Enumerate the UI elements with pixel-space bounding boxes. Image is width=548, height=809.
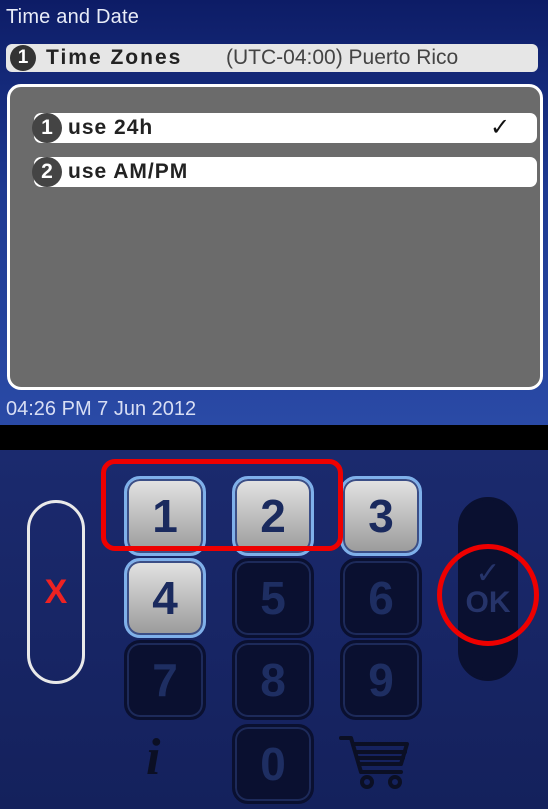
key-8[interactable]: 8	[232, 640, 314, 720]
key-6[interactable]: 6	[340, 558, 422, 638]
key-9[interactable]: 9	[340, 640, 422, 720]
timezone-number-badge: 1	[10, 45, 36, 71]
key-5[interactable]: 5	[232, 558, 314, 638]
key-3[interactable]: 3	[340, 476, 422, 556]
cancel-label: X	[44, 572, 68, 611]
cancel-button[interactable]: X	[27, 500, 85, 684]
key-4[interactable]: 4	[124, 558, 206, 638]
status-datetime: 04:26 PM 7 Jun 2012	[6, 398, 197, 420]
key-7[interactable]: 7	[124, 640, 206, 720]
highlight-keys-1-2	[101, 459, 343, 551]
time-format-dialog: 1 use 24h ✓ 2 use AM/PM	[7, 84, 543, 390]
screen-title: Time and Date	[6, 6, 140, 28]
checkmark-icon: ✓	[490, 114, 511, 141]
highlight-ok-button	[437, 544, 539, 646]
info-icon[interactable]: i	[146, 728, 160, 787]
option-24h-number: 1	[32, 113, 62, 143]
device-screen: Time and Date 1 Time Zones (UTC-04:00) P…	[0, 0, 548, 425]
cart-icon[interactable]	[337, 732, 413, 792]
option-ampm-label: use AM/PM	[68, 160, 189, 183]
key-0[interactable]: 0	[232, 724, 314, 804]
option-24h-label: use 24h	[68, 116, 154, 139]
timezone-label: Time Zones	[46, 46, 183, 69]
timezone-value: (UTC-04:00) Puerto Rico	[226, 46, 459, 69]
option-ampm-number: 2	[32, 157, 62, 187]
